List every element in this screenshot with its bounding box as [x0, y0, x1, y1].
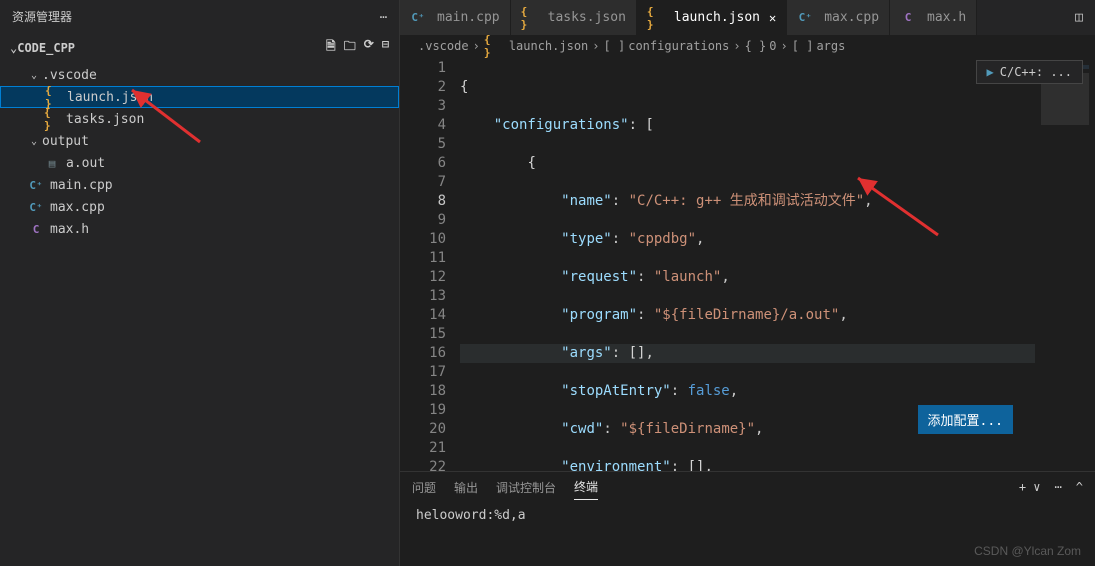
file-max-cpp[interactable]: C⁺max.cpp: [0, 196, 399, 218]
tab-max-h[interactable]: Cmax.h: [890, 0, 977, 35]
cpp-icon: C⁺: [797, 10, 813, 26]
json-icon: { }: [45, 89, 61, 105]
more-icon[interactable]: ⋯: [380, 10, 387, 24]
file-main-cpp[interactable]: C⁺main.cpp: [0, 174, 399, 196]
file-tasks-json[interactable]: { }tasks.json: [0, 108, 399, 130]
collapse-icon[interactable]: ⊟: [382, 37, 389, 58]
json-icon: { }: [521, 10, 537, 26]
binary-icon: ▤: [44, 155, 60, 171]
panel-tab-terminal[interactable]: 终端: [574, 474, 598, 500]
h-icon: C: [900, 10, 916, 26]
folder-output[interactable]: ⌄output: [0, 130, 399, 152]
split-editor-icon[interactable]: ◫: [1063, 0, 1095, 35]
editor-tabs: C⁺main.cpp { }tasks.json { }launch.json✕…: [400, 0, 1095, 35]
h-icon: C: [28, 221, 44, 237]
maximize-icon[interactable]: ^: [1076, 480, 1083, 494]
tab-launch-json[interactable]: { }launch.json✕: [637, 0, 787, 35]
add-config-button[interactable]: 添加配置...: [918, 405, 1013, 434]
panel-more-icon[interactable]: ⋯: [1055, 480, 1062, 494]
json-icon: { }: [647, 10, 663, 26]
file-max-h[interactable]: Cmax.h: [0, 218, 399, 240]
file-launch-json[interactable]: { }launch.json: [0, 86, 399, 108]
folder-vscode[interactable]: ⌄.vscode: [0, 64, 399, 86]
watermark: CSDN @Ylcan Zom: [974, 544, 1081, 558]
panel-tab-debug[interactable]: 调试控制台: [496, 475, 556, 500]
json-icon: { }: [44, 111, 60, 127]
breadcrumb[interactable]: .vscode› { }launch.json› [ ] configurati…: [400, 35, 1095, 57]
explorer-title: 资源管理器: [12, 8, 72, 25]
project-name: CODE_CPP: [17, 41, 75, 55]
panel-tab-output[interactable]: 输出: [454, 475, 478, 500]
explorer-header: 资源管理器 ⋯: [0, 0, 399, 33]
minimap[interactable]: [1035, 57, 1095, 471]
new-folder-icon[interactable]: 🗀: [344, 37, 356, 58]
project-row[interactable]: ⌄CODE_CPP 🗎 🗀 ⟳ ⊟: [0, 33, 399, 62]
json-icon: { }: [484, 38, 500, 54]
refresh-icon[interactable]: ⟳: [364, 37, 374, 58]
file-tree: ⌄.vscode { }launch.json { }tasks.json ⌄o…: [0, 62, 399, 566]
new-file-icon[interactable]: 🗎: [326, 37, 336, 58]
cpp-icon: C⁺: [28, 199, 44, 215]
task-icon: ▶: [987, 65, 994, 79]
panel-tab-problems[interactable]: 问题: [412, 475, 436, 500]
cpp-icon: C⁺: [28, 177, 44, 193]
line-numbers: 1234567891011121314151617181920212223: [400, 57, 460, 471]
cpp-icon: C⁺: [410, 10, 426, 26]
tab-max-cpp[interactable]: C⁺max.cpp: [787, 0, 890, 35]
close-icon[interactable]: ✕: [769, 11, 776, 25]
terminal-task-chip[interactable]: ▶C/C++: ...: [976, 60, 1083, 84]
new-terminal-icon[interactable]: + ∨: [1019, 480, 1041, 494]
tab-main-cpp[interactable]: C⁺main.cpp: [400, 0, 511, 35]
tab-tasks-json[interactable]: { }tasks.json: [511, 0, 637, 35]
file-aout[interactable]: ▤a.out: [0, 152, 399, 174]
